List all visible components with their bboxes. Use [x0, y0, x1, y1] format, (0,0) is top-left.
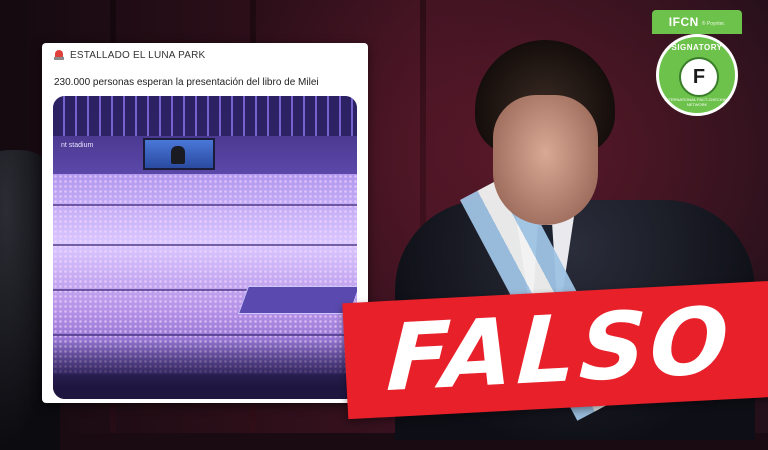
tier-line [53, 204, 357, 206]
stage-walkway [237, 286, 357, 314]
seal-center: F [679, 57, 719, 97]
signatory-seal: SIGNATORY F INTERNATIONAL FACT-CHECKING … [656, 34, 738, 116]
seal-bottom-text: INTERNATIONAL FACT-CHECKING NETWORK [664, 97, 730, 107]
tweet-text: 230.000 personas esperan la presentación… [54, 77, 319, 88]
stadium-roof [53, 96, 357, 136]
tier-line [53, 244, 357, 246]
ifcn-sub: ® Poynter. [701, 21, 726, 27]
tweet-title: ESTALLADO EL LUNA PARK [70, 49, 206, 61]
ifcn-header: IFCN ® Poynter. [652, 10, 742, 34]
seal-top-text: SIGNATORY [671, 43, 723, 52]
tweet-card: ESTALLADO EL LUNA PARK 230.000 personas … [42, 43, 368, 403]
stadium-sign: nt stadium [61, 142, 94, 149]
stadium-screen [143, 138, 215, 170]
ifcn-badge: IFCN ® Poynter. SIGNATORY F INTERNATIONA… [652, 10, 742, 120]
stadium-photo: nt stadium [53, 96, 357, 399]
person-face [493, 95, 598, 225]
verdict-label: FALSO [384, 286, 736, 413]
ifcn-logo-text: IFCN [668, 15, 699, 29]
siren-icon [54, 49, 64, 61]
tier-line [53, 334, 357, 336]
tweet-header: ESTALLADO EL LUNA PARK [54, 49, 205, 61]
floor-shadow [53, 339, 357, 399]
verdict-banner: FALSO [342, 280, 768, 420]
